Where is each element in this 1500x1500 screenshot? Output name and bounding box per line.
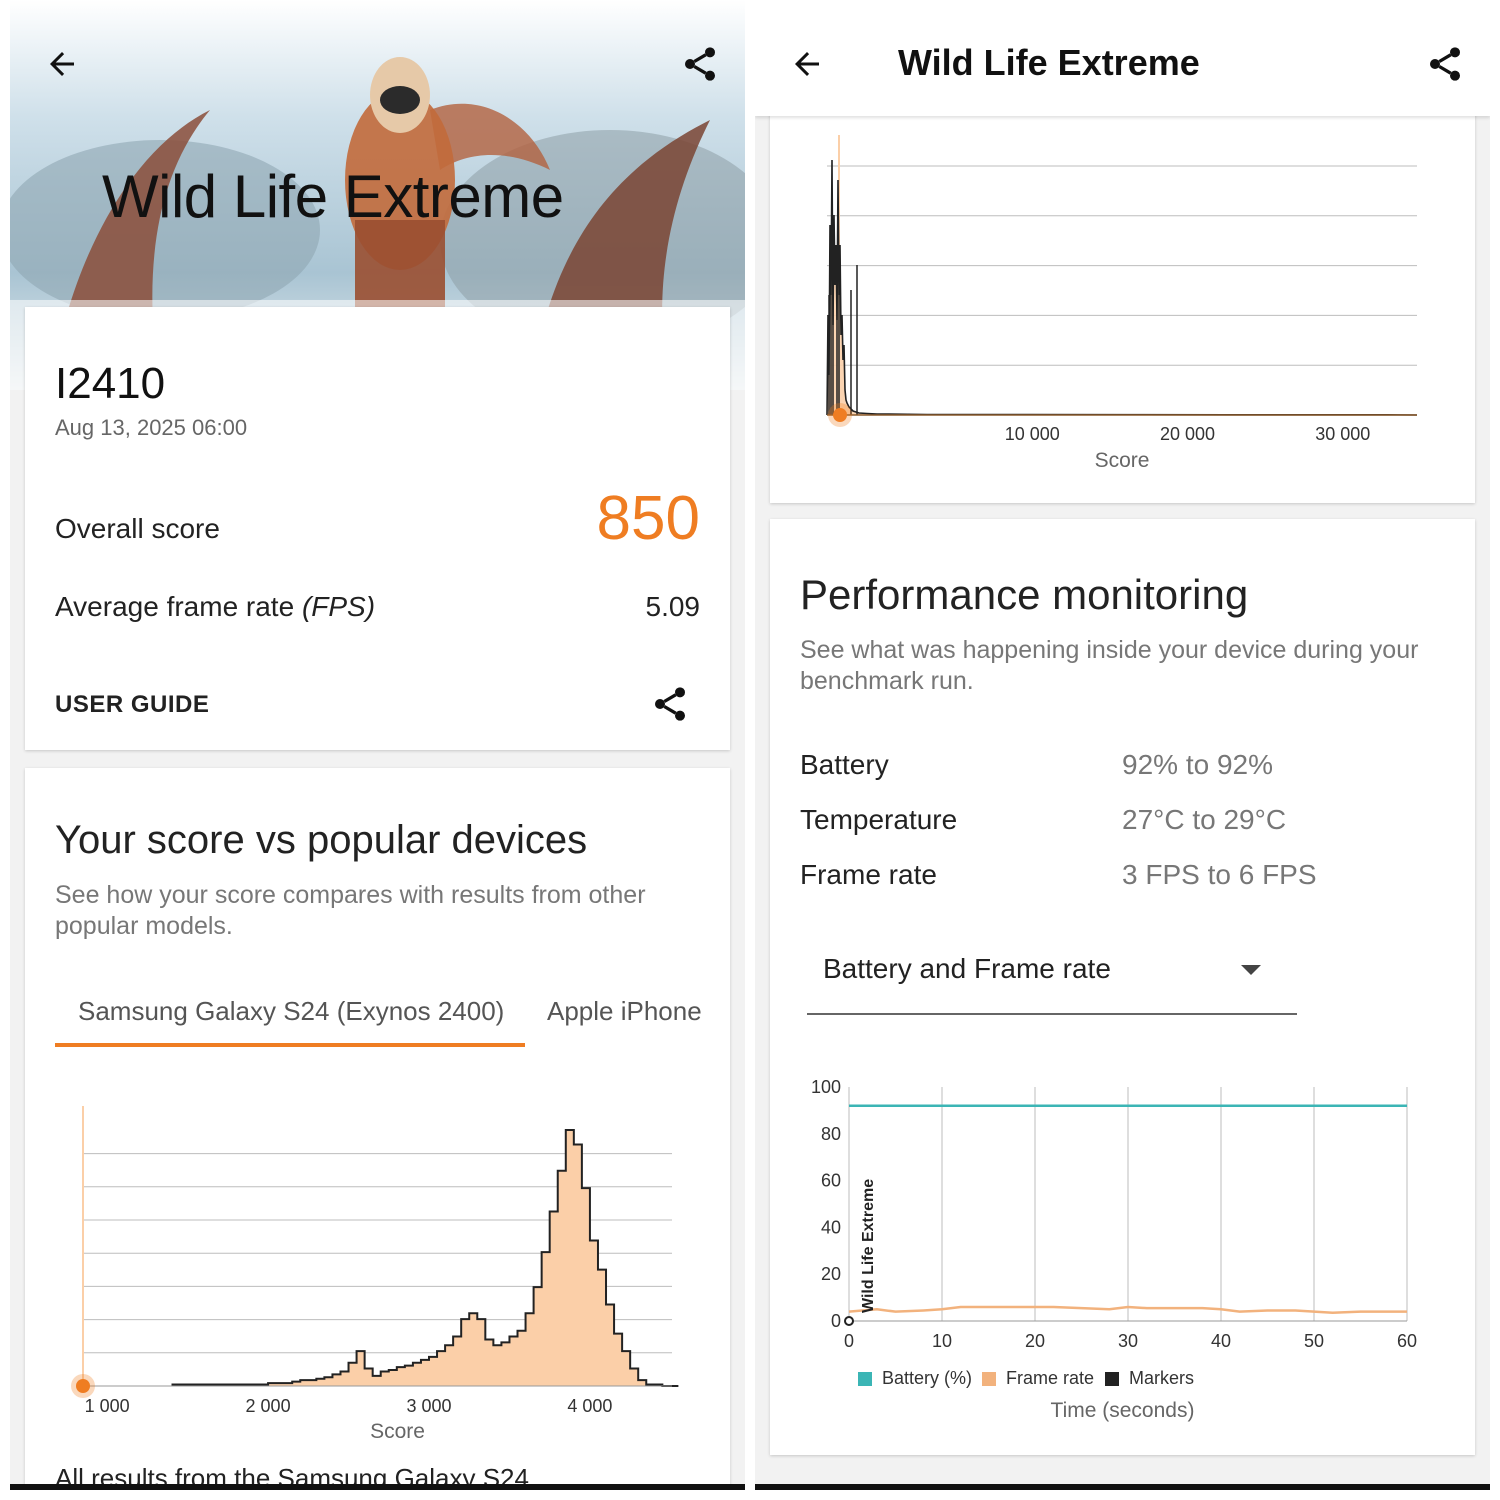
left-screen: Wild Life Extreme I2410 Aug 13, 2025 06:… bbox=[10, 0, 745, 1490]
legend-markers-label: Markers bbox=[1129, 1368, 1195, 1388]
dropdown-selected-value: Battery and Frame rate bbox=[823, 953, 1111, 984]
chart-metric-dropdown[interactable]: Battery and Frame rate bbox=[807, 945, 1297, 1015]
hero-title: Wild Life Extreme bbox=[102, 163, 564, 230]
overall-score-label: Overall score bbox=[55, 513, 220, 544]
battery-label: Battery bbox=[800, 749, 889, 780]
header-title: Wild Life Extreme bbox=[898, 42, 1200, 83]
legend-frame-rate-swatch bbox=[982, 1371, 996, 1386]
comparison-card: Your score vs popular devices See how yo… bbox=[25, 768, 730, 1490]
app-header: Wild Life Extreme bbox=[755, 0, 1490, 116]
marker-start-point bbox=[844, 1316, 854, 1326]
legend-battery-label: Battery (%) bbox=[882, 1368, 973, 1388]
performance-title: Performance monitoring bbox=[800, 571, 1249, 618]
perf-chart-x-tick-label: 60 bbox=[1397, 1331, 1417, 1351]
user-guide-link[interactable]: USER GUIDE bbox=[55, 691, 209, 719]
perf-chart-x-tick-label: 20 bbox=[1025, 1331, 1045, 1351]
marker-label: Wild Life Extreme bbox=[860, 1179, 877, 1313]
average-fps-label-text: Average frame rate bbox=[55, 591, 302, 622]
histogram-x-tick-label: 4 000 bbox=[567, 1396, 612, 1416]
right-screen: Wild Life Extreme 10 000 20 000 30 000 Scor… bbox=[755, 0, 1490, 1490]
perf-chart-x-axis-title: Time (seconds) bbox=[1050, 1399, 1195, 1422]
left-bottom-bar bbox=[10, 1484, 745, 1490]
histogram-x-tick-label: 1 000 bbox=[85, 1396, 130, 1416]
frame-rate-value: 3 FPS to 6 FPS bbox=[1122, 859, 1317, 890]
battery-frame-rate-chart: 0 10 20 30 40 50 60 0 20 40 60 80 100 Wild Life Extre… bbox=[811, 1077, 1417, 1351]
legend-markers-swatch bbox=[1105, 1371, 1119, 1386]
histogram-outline bbox=[826, 159, 1418, 416]
share-button[interactable] bbox=[672, 36, 728, 92]
histogram-x-tick-label: 30 000 bbox=[1315, 424, 1370, 444]
performance-subtitle: See what was happening inside your devic… bbox=[800, 636, 1419, 695]
temperature-value: 27°C to 29°C bbox=[1122, 804, 1287, 835]
legend-frame-rate: Frame rate bbox=[982, 1368, 1094, 1389]
histogram-x-axis-title: Score bbox=[1095, 449, 1150, 472]
perf-chart-x-tick-label: 50 bbox=[1304, 1331, 1324, 1351]
histogram-x-tick-label: 20 000 bbox=[1160, 424, 1215, 444]
share-icon bbox=[1430, 47, 1460, 81]
perf-chart-y-tick-label: 20 bbox=[821, 1264, 841, 1284]
score-histogram-samsung: 1 000 2 000 3 000 4 000 Score bbox=[71, 1106, 679, 1443]
average-fps-unit: (FPS) bbox=[301, 591, 376, 622]
histogram-area bbox=[171, 1130, 679, 1386]
legend-markers: Markers bbox=[1105, 1368, 1194, 1389]
device-name: I2410 bbox=[55, 359, 166, 408]
battery-value: 92% to 92% bbox=[1122, 749, 1273, 780]
result-card: I2410 Aug 13, 2025 06:00 Overall score 8… bbox=[25, 307, 730, 750]
right-bottom-bar bbox=[755, 1484, 1490, 1490]
performance-card: Performance monitoring See what was happ… bbox=[770, 519, 1475, 1455]
result-timestamp: Aug 13, 2025 06:00 bbox=[55, 415, 248, 440]
legend-battery: Battery (%) bbox=[858, 1368, 972, 1389]
perf-chart-y-tick-label: 80 bbox=[821, 1124, 841, 1144]
perf-chart-y-tick-label: 100 bbox=[811, 1077, 841, 1097]
all-devices-histogram-card: 10 000 20 000 30 000 Score bbox=[770, 100, 1475, 503]
perf-chart-x-tick-label: 10 bbox=[932, 1331, 952, 1351]
perf-chart-x-tick-label: 40 bbox=[1211, 1331, 1231, 1351]
average-fps-label: Average frame rate (FPS) bbox=[55, 591, 375, 623]
your-score-marker bbox=[76, 1379, 90, 1393]
perf-chart-y-tick-label: 40 bbox=[821, 1217, 841, 1237]
result-share-button[interactable] bbox=[642, 676, 698, 732]
average-fps-value: 5.09 bbox=[645, 591, 701, 622]
caret-down-icon bbox=[1241, 965, 1261, 975]
share-icon bbox=[685, 47, 715, 81]
back-button[interactable] bbox=[779, 36, 835, 92]
perf-chart-x-tick-label: 30 bbox=[1118, 1331, 1138, 1351]
frame-rate-label: Frame rate bbox=[800, 859, 937, 890]
perf-chart-x-tick-label: 0 bbox=[844, 1331, 854, 1351]
overall-score-value: 850 bbox=[596, 484, 700, 553]
histogram-x-tick-label: 10 000 bbox=[1005, 424, 1060, 444]
histogram-area bbox=[827, 160, 1417, 415]
histogram-x-axis-title: Score bbox=[370, 1420, 425, 1443]
share-button[interactable] bbox=[1417, 36, 1473, 92]
histogram-x-tick-label: 3 000 bbox=[406, 1396, 451, 1416]
back-button[interactable] bbox=[34, 36, 90, 92]
your-score-marker bbox=[833, 408, 847, 422]
temperature-label: Temperature bbox=[800, 804, 958, 835]
perf-chart-y-tick-label: 60 bbox=[821, 1171, 841, 1191]
arrow-left-icon bbox=[795, 52, 819, 76]
legend-frame-rate-label: Frame rate bbox=[1006, 1368, 1095, 1388]
share-icon bbox=[655, 687, 685, 721]
perf-chart-y-tick-label: 0 bbox=[831, 1311, 841, 1331]
panel-gutter bbox=[745, 0, 755, 1500]
arrow-left-icon bbox=[50, 52, 74, 76]
histogram-x-tick-label: 2 000 bbox=[246, 1396, 291, 1416]
legend-battery-swatch bbox=[858, 1371, 872, 1386]
score-histogram-all-devices: 10 000 20 000 30 000 Score bbox=[826, 135, 1418, 472]
